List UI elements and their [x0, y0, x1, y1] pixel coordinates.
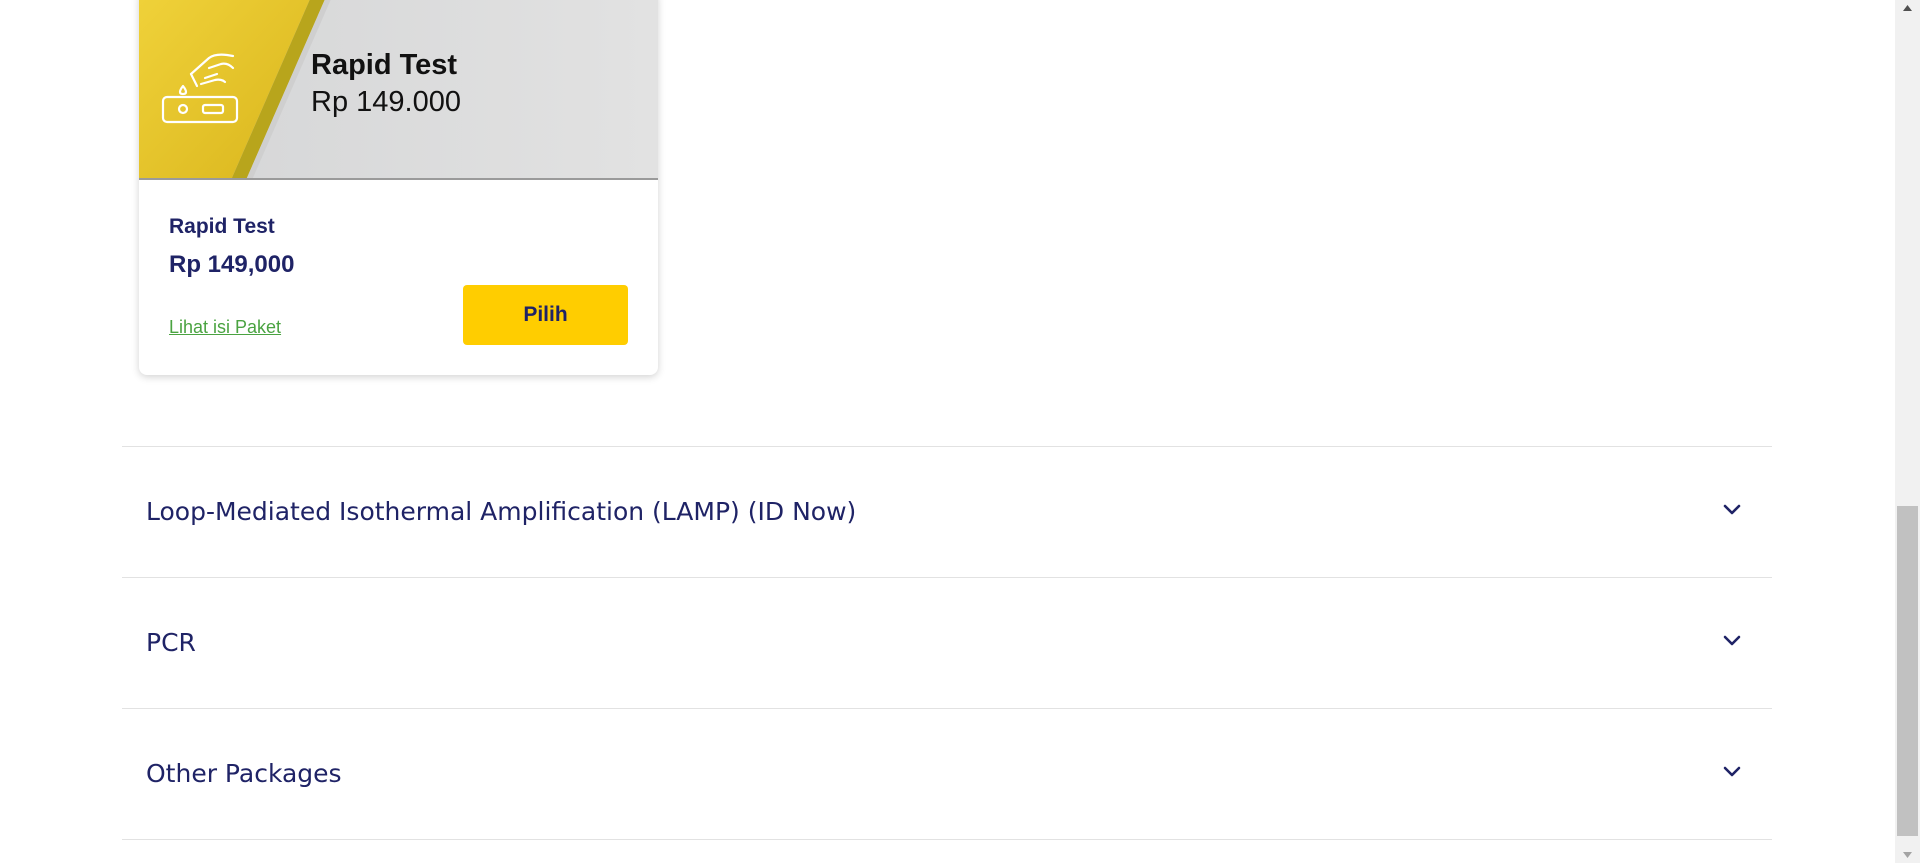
accordion-item-pcr[interactable]: PCR [122, 577, 1772, 708]
accordion-title: Other Packages [146, 759, 342, 788]
rapid-test-kit-icon [161, 53, 239, 124]
select-button[interactable]: Pilih [463, 285, 628, 345]
product-card: Rapid Test Rp 149.000 Rapid Test Rp 149,… [139, 0, 658, 375]
product-price: Rp 149,000 [169, 251, 295, 278]
vertical-scrollbar[interactable] [1895, 0, 1920, 863]
accordion-item-other-packages[interactable]: Other Packages [122, 708, 1772, 840]
accordion-title: PCR [146, 628, 196, 657]
banner-title: Rapid Test [311, 49, 458, 81]
page: Rapid Test Rp 149.000 Rapid Test Rp 149,… [0, 0, 1895, 863]
scroll-down-arrow-icon[interactable] [1895, 846, 1920, 863]
package-details-link[interactable]: Lihat isi Paket [169, 317, 281, 338]
scrollbar-thumb[interactable] [1897, 506, 1918, 836]
package-accordion: Loop-Mediated Isothermal Amplification (… [122, 446, 1772, 840]
chevron-down-icon [1723, 635, 1741, 646]
scroll-up-arrow-icon[interactable] [1895, 0, 1920, 17]
product-banner: Rapid Test Rp 149.000 [139, 0, 658, 180]
chevron-down-icon [1723, 766, 1741, 777]
banner-price: Rp 149.000 [311, 86, 461, 118]
accordion-title: Loop-Mediated Isothermal Amplification (… [146, 497, 857, 526]
product-name: Rapid Test [169, 215, 275, 238]
accordion-item-lamp[interactable]: Loop-Mediated Isothermal Amplification (… [122, 446, 1772, 577]
chevron-down-icon [1723, 504, 1741, 515]
